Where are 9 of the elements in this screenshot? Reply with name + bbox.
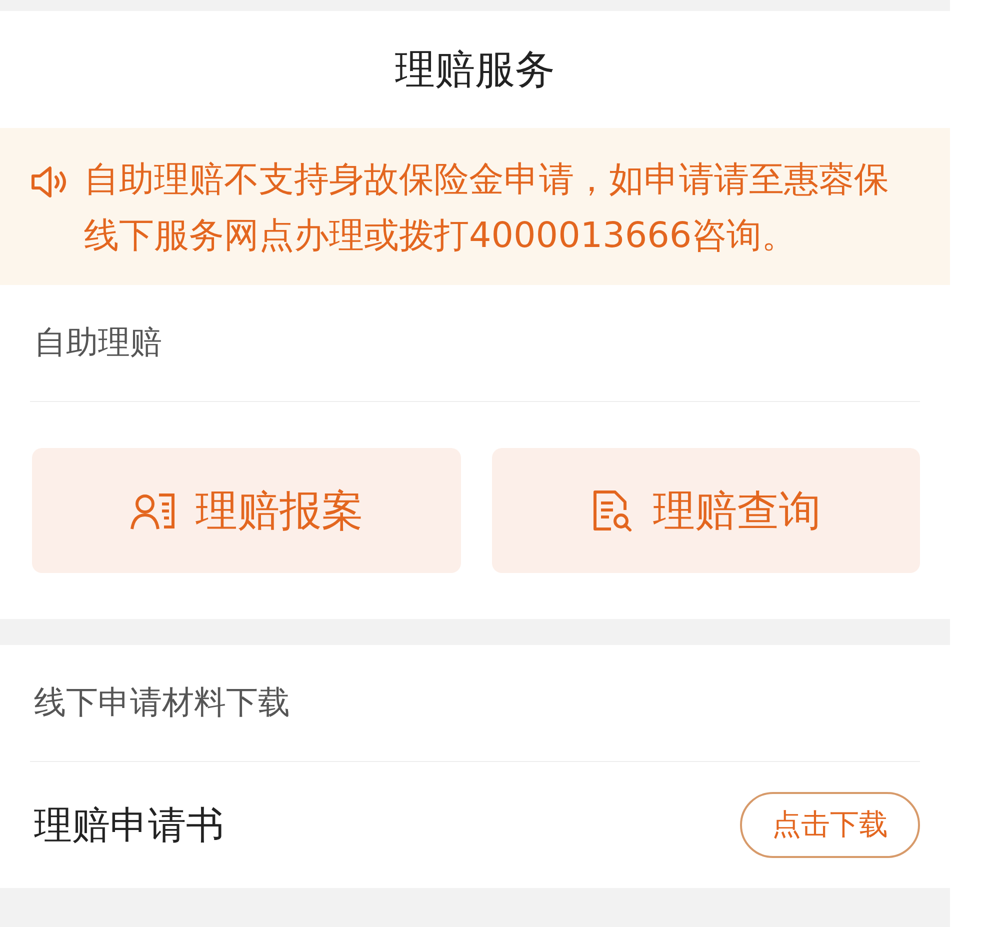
section-title: 自助理赔	[34, 322, 162, 363]
page-title: 理赔服务	[395, 46, 555, 95]
claim-report-button[interactable]: 理赔报案	[32, 448, 460, 573]
person-list-icon	[129, 490, 178, 530]
document-name: 理赔申请书	[34, 802, 224, 848]
notice-text: 自助理赔不支持身故保险金申请，如申请请至惠蓉保线下服务网点办理或拨打4000013666咨询。	[84, 159, 890, 258]
claim-query-button[interactable]: 理赔查询	[492, 448, 920, 573]
section-title: 线下申请材料下载	[34, 682, 290, 723]
download-button[interactable]: 点击下载	[740, 792, 920, 858]
